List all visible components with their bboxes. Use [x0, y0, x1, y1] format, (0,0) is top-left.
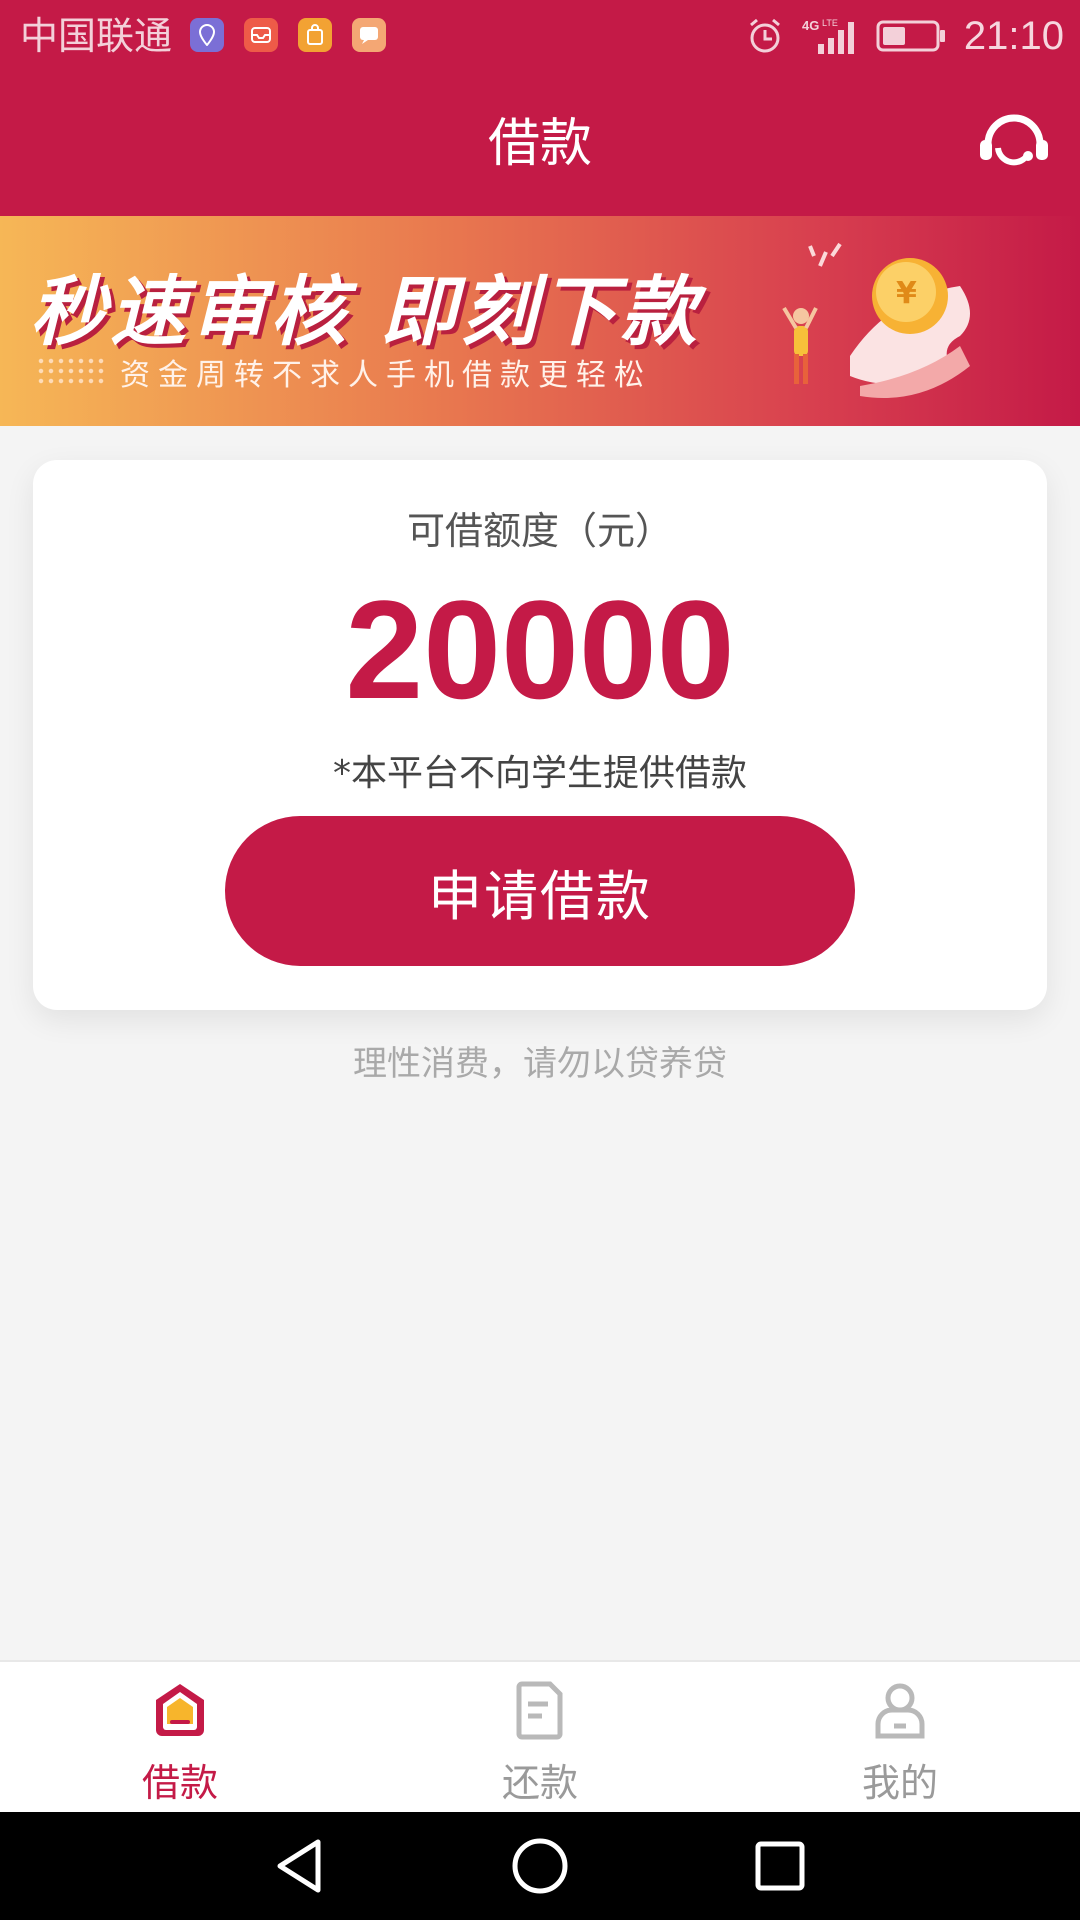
banner-subline: 资金周转不求人手机借款更轻松: [120, 358, 652, 393]
student-notice: *本平台不向学生提供借款: [332, 753, 747, 794]
bag-app-icon: [298, 18, 332, 52]
svg-text:¥: ¥: [896, 276, 917, 311]
headset-icon: [980, 114, 1048, 166]
limit-amount: 20000: [345, 571, 735, 728]
loan-limit-card: 可借额度（元） 20000 *本平台不向学生提供借款 申请借款: [33, 460, 1047, 1010]
tab-loan[interactable]: 借款: [0, 1662, 360, 1812]
svg-text:LTE: LTE: [822, 18, 838, 28]
location-app-icon: [190, 18, 224, 52]
recents-icon[interactable]: [750, 1836, 810, 1896]
system-nav-bar: [0, 1812, 1080, 1920]
limit-label: 可借额度（元）: [406, 509, 673, 553]
home-icon: [156, 1684, 204, 1736]
bottom-tab-bar: 借款 还款 我的: [0, 1660, 1080, 1812]
app-header: 借款: [0, 72, 1080, 216]
promo-banner[interactable]: 秒速审核 即刻下款 资金周转不求人手机借款更轻松 ¥: [0, 216, 1080, 426]
banner-dots: [36, 356, 106, 386]
coin-illustration: ¥: [782, 242, 970, 398]
alarm-icon: [749, 18, 780, 53]
status-right: 4G LTE 21:10: [746, 12, 1064, 60]
banner-headline: 秒速审核 即刻下款: [30, 267, 701, 356]
user-icon: [875, 1683, 925, 1739]
page-title: 借款: [487, 114, 592, 174]
footnote: 理性消费，请勿以贷养贷: [353, 1044, 727, 1084]
tab-label: 我的: [861, 1761, 938, 1805]
svg-text:4G: 4G: [802, 18, 819, 33]
status-time: 21:10: [963, 13, 1064, 58]
status-bar: 中国联通 4G LTE 21:10: [0, 0, 1080, 72]
notification-icons: [190, 18, 386, 52]
document-icon: [516, 1681, 563, 1740]
carrier-name: 中国联通: [20, 14, 173, 58]
mail-app-icon: [244, 18, 278, 52]
tab-label: 还款: [501, 1761, 578, 1805]
battery-icon: [876, 20, 945, 52]
apply-loan-button[interactable]: 申请借款: [225, 816, 855, 966]
home-nav-icon[interactable]: [510, 1836, 570, 1896]
chat-app-icon: [352, 18, 386, 52]
tab-repay[interactable]: 还款: [360, 1662, 720, 1812]
tab-label: 借款: [141, 1761, 218, 1805]
signal-icon: 4G LTE: [802, 18, 854, 54]
back-icon[interactable]: [270, 1836, 330, 1896]
tab-mine[interactable]: 我的: [720, 1662, 1080, 1812]
customer-service-button[interactable]: [978, 110, 1050, 174]
